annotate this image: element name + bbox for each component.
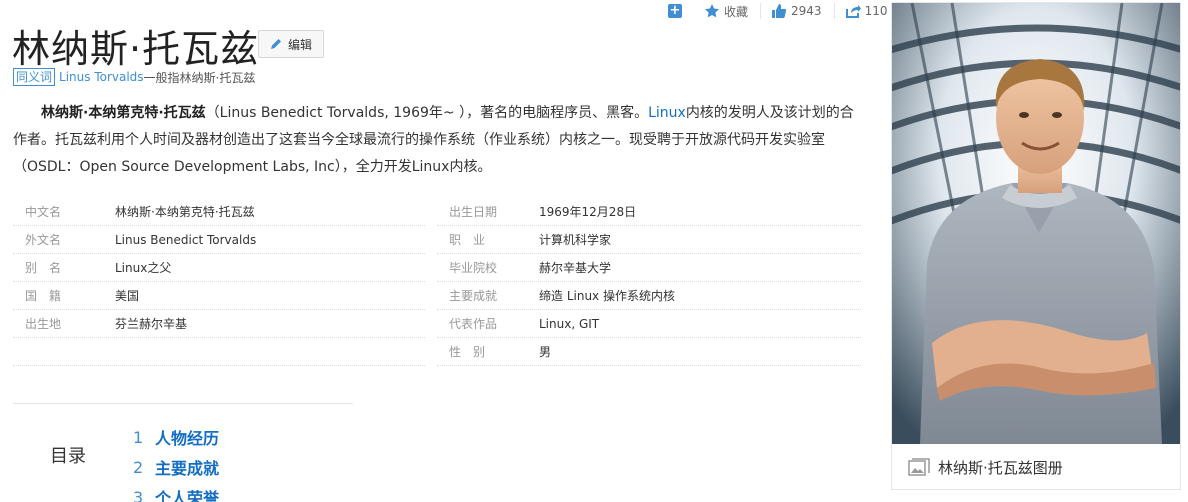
portrait-image [892,3,1180,444]
page-title: 林纳斯·托瓦兹 [12,27,260,71]
album-label: 林纳斯·托瓦兹图册 [938,458,1063,477]
share-button[interactable]: 110 [845,3,888,19]
album-link[interactable]: 林纳斯·托瓦兹图册 [892,444,1180,490]
info-key: 出生地 [25,317,62,331]
like-button[interactable]: 2943 [771,3,822,19]
catalog-list: 1 人物经历 2 主要成就 3 个人荣誉 [133,422,219,502]
thumbs-up-icon [772,4,787,18]
synonym-link[interactable]: Linus Torvalds [59,70,144,84]
catalog-number: 2 [133,457,144,477]
catalog-box: 目录 1 人物经历 2 主要成就 3 个人荣誉 [13,403,353,502]
share-count: 110 [864,4,888,18]
info-row: 性 别男 [437,338,861,366]
info-key: 职 业 [449,233,486,247]
portrait-photo[interactable] [892,3,1180,444]
catalog-number: 3 [133,487,144,502]
info-key: 国 籍 [25,289,62,303]
info-key: 主要成就 [449,289,498,303]
lemma-summary: 林纳斯·本纳第克特·托瓦兹（Linus Benedict Torvalds, 1… [13,100,861,181]
info-value: 林纳斯·本纳第克特·托瓦兹 [115,205,255,219]
info-value: 芬兰赫尔辛基 [115,317,188,331]
info-value: 美国 [115,289,140,303]
info-value: 1969年12月28日 [539,205,637,219]
catalog-item[interactable]: 2 主要成就 [133,452,219,482]
info-row-empty [13,338,425,366]
star-icon [705,4,719,18]
info-value: 缔造 Linux 操作系统内核 [539,289,675,303]
info-value: 男 [539,345,552,359]
pencil-icon [270,39,281,49]
linux-link[interactable]: Linux [648,105,686,121]
catalog-label: 人物经历 [155,429,220,448]
edit-button[interactable]: 编辑 [258,30,324,58]
info-row: 职 业 计算机科学家 [437,226,861,254]
info-value: Linux之父 [115,261,172,275]
info-key: 出生日期 [449,205,498,219]
action-bar: + 收藏 2943 110 [668,0,899,22]
info-row: 出生地 芬兰赫尔辛基 [13,310,425,338]
collect-button[interactable]: 收藏 [704,3,748,20]
divider [760,3,762,19]
synonym-row: 同义词 Linus Torvalds 一般指林纳斯·托瓦兹 [13,68,255,86]
catalog-label: 主要成就 [155,459,220,478]
summary-picture: 林纳斯·托瓦兹图册 [891,2,1181,490]
info-key: 毕业院校 [449,261,498,275]
info-value: Linus Benedict Torvalds [115,232,257,247]
info-value: Linux, GIT [539,316,600,331]
summary-text-1: （Linus Benedict Torvalds, 1969年~ ），著名的电脑… [205,105,649,121]
info-row: 主要成就 缔造 Linux 操作系统内核 [437,282,861,310]
gallery-icon [908,458,930,476]
info-row: 代表作品 Linux, GIT [437,310,861,338]
like-count: 2943 [791,4,822,18]
collect-label: 收藏 [724,4,749,19]
catalog-label: 个人荣誉 [155,489,220,502]
divider [833,3,835,19]
basic-info-right: 出生日期 1969年12月28日 职 业 计算机科学家 毕业院校 赫尔辛基大学 主要成… [437,198,861,366]
catalog-number: 1 [133,427,144,447]
catalog-item[interactable]: 1 人物经历 [133,422,219,452]
info-row: 别 名 Linux之父 [13,254,425,282]
info-value: 赫尔辛基大学 [539,261,612,275]
info-row: 出生日期 1969年12月28日 [437,198,861,226]
info-row: 毕业院校 赫尔辛基大学 [437,254,861,282]
edit-label: 编辑 [287,37,312,52]
catalog-item[interactable]: 3 个人荣誉 [133,482,219,502]
info-key: 别 名 [25,261,62,275]
info-value: 计算机科学家 [539,233,612,247]
info-key: 代表作品 [449,317,498,331]
basic-info-left: 中文名 林纳斯·本纳第克特·托瓦兹 外文名 Linus Benedict Torva… [13,198,437,366]
share-icon [845,5,861,18]
synonym-tag: 同义词 [13,68,56,86]
info-row: 外文名 Linus Benedict Torvalds [13,226,425,254]
info-key: 外文名 [25,233,62,247]
add-button[interactable]: + [668,4,682,18]
info-key: 性 别 [449,345,486,359]
summary-name: 林纳斯·本纳第克特·托瓦兹 [41,105,206,121]
info-row: 中文名 林纳斯·本纳第克特·托瓦兹 [13,198,425,226]
catalog-heading: 目录 [50,446,86,467]
synonym-description: 一般指林纳斯·托瓦兹 [143,70,256,85]
info-row: 国 籍 美国 [13,282,425,310]
info-key: 中文名 [25,205,62,219]
